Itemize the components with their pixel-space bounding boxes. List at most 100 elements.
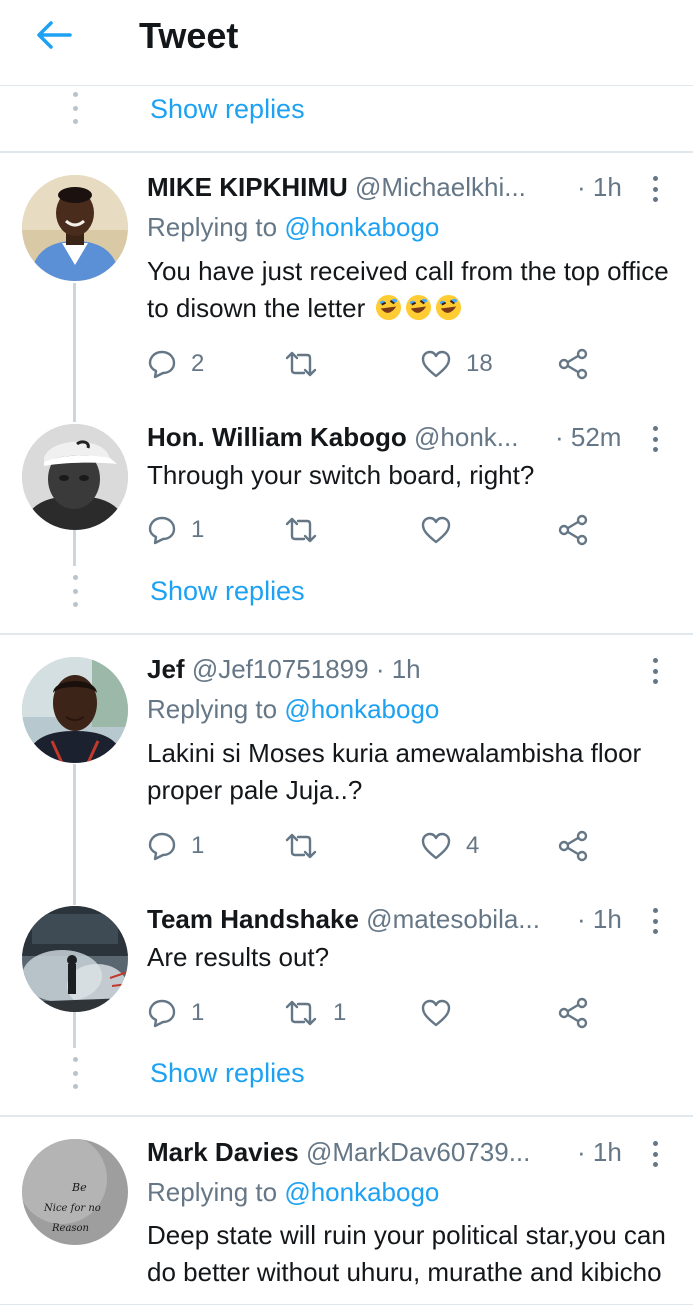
divider xyxy=(0,633,693,635)
thread-line xyxy=(73,283,76,422)
retweet-button[interactable] xyxy=(283,826,333,866)
share-icon xyxy=(558,348,588,380)
thread-dots-icon xyxy=(72,92,78,124)
more-options-icon[interactable] xyxy=(650,658,660,684)
user-handle[interactable]: @honk... xyxy=(414,422,518,452)
tweet-actions: 1 1 xyxy=(147,993,607,1033)
heart-icon xyxy=(421,832,451,860)
share-button[interactable] xyxy=(557,826,589,866)
divider xyxy=(0,1115,693,1117)
page-title: Tweet xyxy=(139,15,239,56)
avatar[interactable] xyxy=(22,657,128,763)
replying-prefix: Replying to xyxy=(147,1177,278,1207)
share-button[interactable] xyxy=(557,510,589,550)
tweet-actions: 1 xyxy=(147,510,607,550)
thread-line xyxy=(73,764,76,905)
like-button[interactable] xyxy=(420,510,466,550)
reply-count: 1 xyxy=(191,516,205,543)
show-replies-link[interactable]: Show replies xyxy=(150,1056,305,1090)
tweet-header: Mark Davies @MarkDav60739... xyxy=(147,1135,587,1169)
tweet-text: Lakini si Moses kuria amewalambisha floo… xyxy=(147,738,642,805)
tweet-text: Are results out? xyxy=(147,942,330,972)
retweet-button[interactable] xyxy=(283,510,333,550)
display-name[interactable]: Mark Davies xyxy=(147,1137,299,1167)
tweet-text: Through your switch board, right? xyxy=(147,460,535,490)
heart-icon xyxy=(421,516,451,544)
reply-count: 2 xyxy=(191,350,205,377)
avatar[interactable] xyxy=(22,424,128,530)
retweet-icon xyxy=(285,351,317,377)
reply-count: 1 xyxy=(191,832,205,859)
display-name[interactable]: Jef xyxy=(147,654,185,684)
like-button[interactable]: 18 xyxy=(420,344,493,384)
replying-prefix: Replying to xyxy=(147,694,278,724)
heart-icon xyxy=(421,350,451,378)
avatar-caption-line1: Be xyxy=(71,1181,87,1194)
retweet-icon xyxy=(285,517,317,543)
back-button[interactable] xyxy=(30,14,78,56)
more-options-icon[interactable] xyxy=(650,176,660,202)
display-name[interactable]: MIKE KIPKHIMU xyxy=(147,172,348,202)
avatar[interactable] xyxy=(22,175,128,281)
reply-icon xyxy=(148,350,176,379)
reply-button[interactable]: 1 xyxy=(147,993,204,1033)
retweet-icon xyxy=(285,1000,317,1026)
timestamp: · 52m xyxy=(555,422,622,452)
mention-link[interactable]: @honkabogo xyxy=(284,1177,439,1207)
avatar[interactable]: Be Nice for no Reason xyxy=(22,1139,128,1245)
timestamp: · 1h xyxy=(577,1137,622,1167)
like-button[interactable] xyxy=(420,993,466,1033)
like-count: 4 xyxy=(466,832,480,859)
display-name[interactable]: Hon. William Kabogo xyxy=(147,422,407,452)
timestamp: · 1h xyxy=(375,654,421,684)
replying-to: Replying to @honkabogo xyxy=(147,1175,439,1209)
avatar-caption-line3: Reason xyxy=(51,1223,89,1234)
thread-line xyxy=(73,530,76,566)
more-options-icon[interactable] xyxy=(650,426,660,452)
heart-icon xyxy=(421,999,451,1027)
show-replies-link[interactable]: Show replies xyxy=(150,574,305,608)
avatar-caption-line2: Nice for no xyxy=(43,1203,101,1214)
divider xyxy=(0,151,693,153)
rofl-emoji-icon xyxy=(376,294,402,321)
retweet-button[interactable]: 1 xyxy=(283,993,346,1033)
more-options-icon[interactable] xyxy=(650,908,660,934)
share-button[interactable] xyxy=(557,344,589,384)
back-arrow-icon xyxy=(37,21,72,49)
reply-icon xyxy=(148,999,176,1028)
tweet-actions: 1 4 xyxy=(147,826,607,866)
show-replies-link[interactable]: Show replies xyxy=(150,92,305,126)
user-handle[interactable]: @Michaelkhi... xyxy=(355,172,526,202)
avatar[interactable] xyxy=(22,906,128,1012)
rofl-emoji-icon xyxy=(406,294,432,321)
more-options-icon[interactable] xyxy=(650,1141,660,1167)
reply-button[interactable]: 1 xyxy=(147,510,204,550)
share-icon xyxy=(558,514,588,546)
share-icon xyxy=(558,997,588,1029)
thread-dots-icon xyxy=(72,575,78,607)
user-handle[interactable]: @matesobila... xyxy=(366,904,540,934)
mention-link[interactable]: @honkabogo xyxy=(284,694,439,724)
tweet-header: MIKE KIPKHIMU @Michaelkhi... xyxy=(147,170,587,204)
thread-dots-icon xyxy=(72,1057,78,1089)
user-handle[interactable]: @Jef10751899 xyxy=(192,654,369,684)
like-count: 18 xyxy=(466,350,493,377)
reply-button[interactable]: 2 xyxy=(147,344,204,384)
replying-to: Replying to @honkabogo xyxy=(147,692,439,726)
reply-button[interactable]: 1 xyxy=(147,826,204,866)
mention-link[interactable]: @honkabogo xyxy=(284,212,439,242)
like-button[interactable]: 4 xyxy=(420,826,479,866)
display-name[interactable]: Team Handshake xyxy=(147,904,359,934)
reply-icon xyxy=(148,832,176,861)
user-handle[interactable]: @MarkDav60739... xyxy=(306,1137,530,1167)
share-button[interactable] xyxy=(557,993,589,1033)
retweet-count: 1 xyxy=(333,999,347,1026)
retweet-button[interactable] xyxy=(283,344,333,384)
tweet-text: You have just received call from the top… xyxy=(147,253,677,327)
tweet-header: Jef @Jef10751899 · 1h xyxy=(147,652,587,686)
tweet-header: Team Handshake @matesobila... xyxy=(147,902,587,936)
retweet-icon xyxy=(285,833,317,859)
rofl-emoji-icon xyxy=(436,294,462,321)
share-icon xyxy=(558,830,588,862)
reply-icon xyxy=(148,516,176,545)
